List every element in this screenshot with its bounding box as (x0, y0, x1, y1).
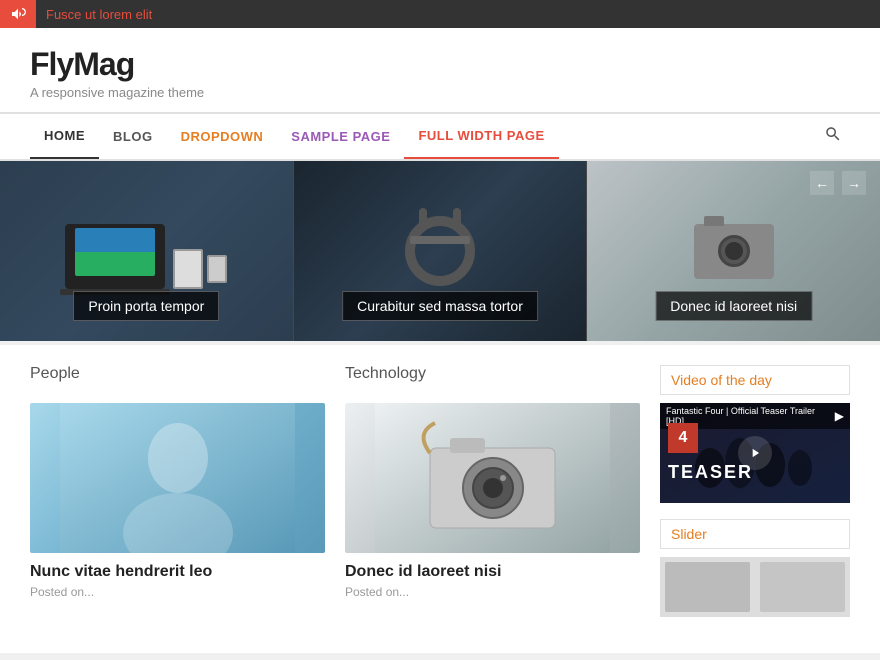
slider-next-button[interactable]: → (842, 171, 866, 195)
video-section: Video of the day (660, 365, 850, 503)
tech-article-image (345, 403, 640, 553)
slider-section-title: Slider (660, 519, 850, 549)
video-section-title: Video of the day (660, 365, 850, 395)
search-icon[interactable] (816, 117, 850, 156)
slide-2-label: Curabitur sed massa tortor (342, 291, 538, 321)
site-title: FlyMag (30, 46, 850, 83)
slider-prev-button[interactable]: ← (810, 171, 834, 195)
articles-row: People (30, 365, 640, 599)
top-bar: Fusce ut lorem elit (0, 0, 880, 28)
slider-preview (660, 557, 850, 617)
site-tagline: A responsive magazine theme (30, 85, 850, 100)
nav-home[interactable]: HOME (30, 114, 99, 159)
nav-links: HOME BLOG DROPDOWN SAMPLE PAGE FULL WIDT… (30, 114, 559, 159)
person-photo (30, 403, 325, 553)
slider-nav: ← → (810, 171, 866, 195)
top-bar-text: Fusce ut lorem elit (46, 7, 152, 22)
article-people: People (30, 365, 325, 599)
teaser-text: TEASER (668, 462, 753, 483)
nav-fullwidth[interactable]: FULL WIDTH PAGE (404, 114, 558, 159)
slide-3-label: Donec id laoreet nisi (655, 291, 812, 321)
articles-area: People (30, 365, 640, 633)
tech-article-meta: Posted on... (345, 585, 640, 599)
four-logo: 4 (668, 423, 698, 453)
site-header: FlyMag A responsive magazine theme (0, 28, 880, 114)
nav-bar: HOME BLOG DROPDOWN SAMPLE PAGE FULL WIDT… (0, 114, 880, 161)
nav-sample[interactable]: SAMPLE PAGE (277, 115, 404, 158)
people-section-title: People (30, 365, 325, 389)
people-article-title: Nunc vitae hendrerit leo (30, 563, 325, 581)
technology-section-title: Technology (345, 365, 640, 389)
slider-section: Slider (660, 519, 850, 617)
hero-slider: Proin porta tempor Curabitur sed massa t… (0, 161, 880, 341)
article-technology: Technology (345, 365, 640, 599)
tech-article-title: Donec id laoreet nisi (345, 563, 640, 581)
nav-blog[interactable]: BLOG (99, 115, 167, 158)
video-thumbnail[interactable]: Fantastic Four | Official Teaser Trailer… (660, 403, 850, 503)
people-article-image (30, 403, 325, 553)
share-icon[interactable]: ▶ (835, 409, 844, 423)
nav-dropdown[interactable]: DROPDOWN (167, 115, 278, 158)
camera-photo (345, 403, 640, 553)
people-article-meta: Posted on... (30, 585, 325, 599)
megaphone-icon (0, 0, 36, 28)
slide-2: Curabitur sed massa tortor (294, 161, 587, 341)
slide-1: Proin porta tempor (0, 161, 293, 341)
sidebar: Video of the day (660, 365, 850, 633)
slide-1-label: Proin porta tempor (73, 291, 219, 321)
main-content: People (0, 345, 880, 653)
